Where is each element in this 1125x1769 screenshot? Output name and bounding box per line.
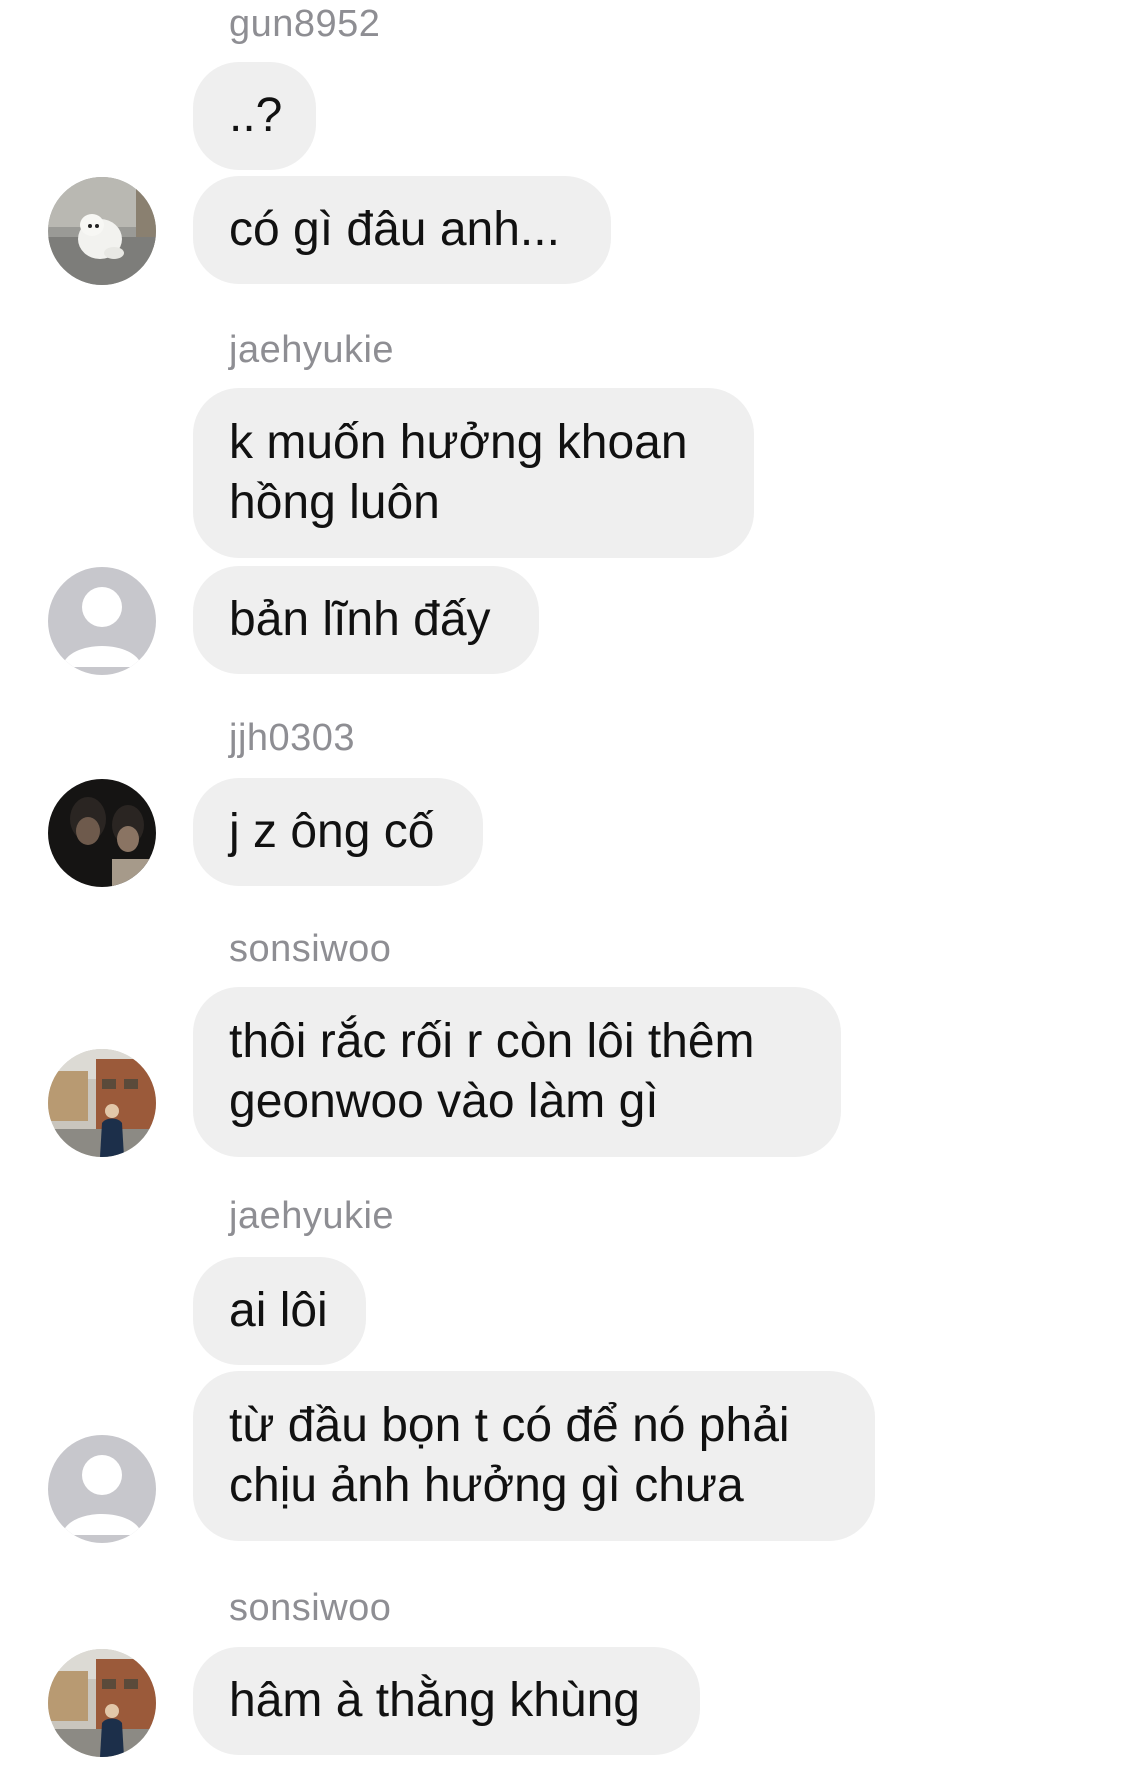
two-people-dark-photo-avatar[interactable]: [48, 779, 156, 887]
street-person-photo-avatar[interactable]: [48, 1049, 156, 1157]
message-bubble[interactable]: từ đầu bọn t có để nó phải chịu ảnh hưởn…: [193, 1371, 875, 1541]
message-bubble[interactable]: j z ông cố: [193, 778, 483, 886]
chat-thread: gun8952 ..? có gì đâu anh... jaehyukie k…: [0, 0, 1125, 1769]
message-username: gun8952: [229, 3, 381, 45]
default-user-avatar[interactable]: [48, 1435, 156, 1543]
message-bubble[interactable]: k muốn hưởng khoan hồng luôn: [193, 388, 754, 558]
message-bubble[interactable]: có gì đâu anh...: [193, 176, 611, 284]
message-username: jaehyukie: [229, 329, 395, 371]
message-bubble[interactable]: bản lĩnh đấy: [193, 566, 539, 674]
message-username: jjh0303: [229, 717, 356, 759]
message-bubble[interactable]: thôi rắc rối r còn lôi thêm geonwoo vào …: [193, 987, 841, 1157]
message-bubble[interactable]: ..?: [193, 62, 316, 170]
message-bubble[interactable]: hâm à thằng khùng: [193, 1647, 700, 1755]
message-username: sonsiwoo: [229, 1587, 392, 1629]
message-username: sonsiwoo: [229, 928, 392, 970]
message-bubble[interactable]: ai lôi: [193, 1257, 366, 1365]
street-person-photo-avatar[interactable]: [48, 1649, 156, 1757]
message-username: jaehyukie: [229, 1195, 395, 1237]
dog-photo-avatar[interactable]: [48, 177, 156, 285]
default-user-avatar[interactable]: [48, 567, 156, 675]
